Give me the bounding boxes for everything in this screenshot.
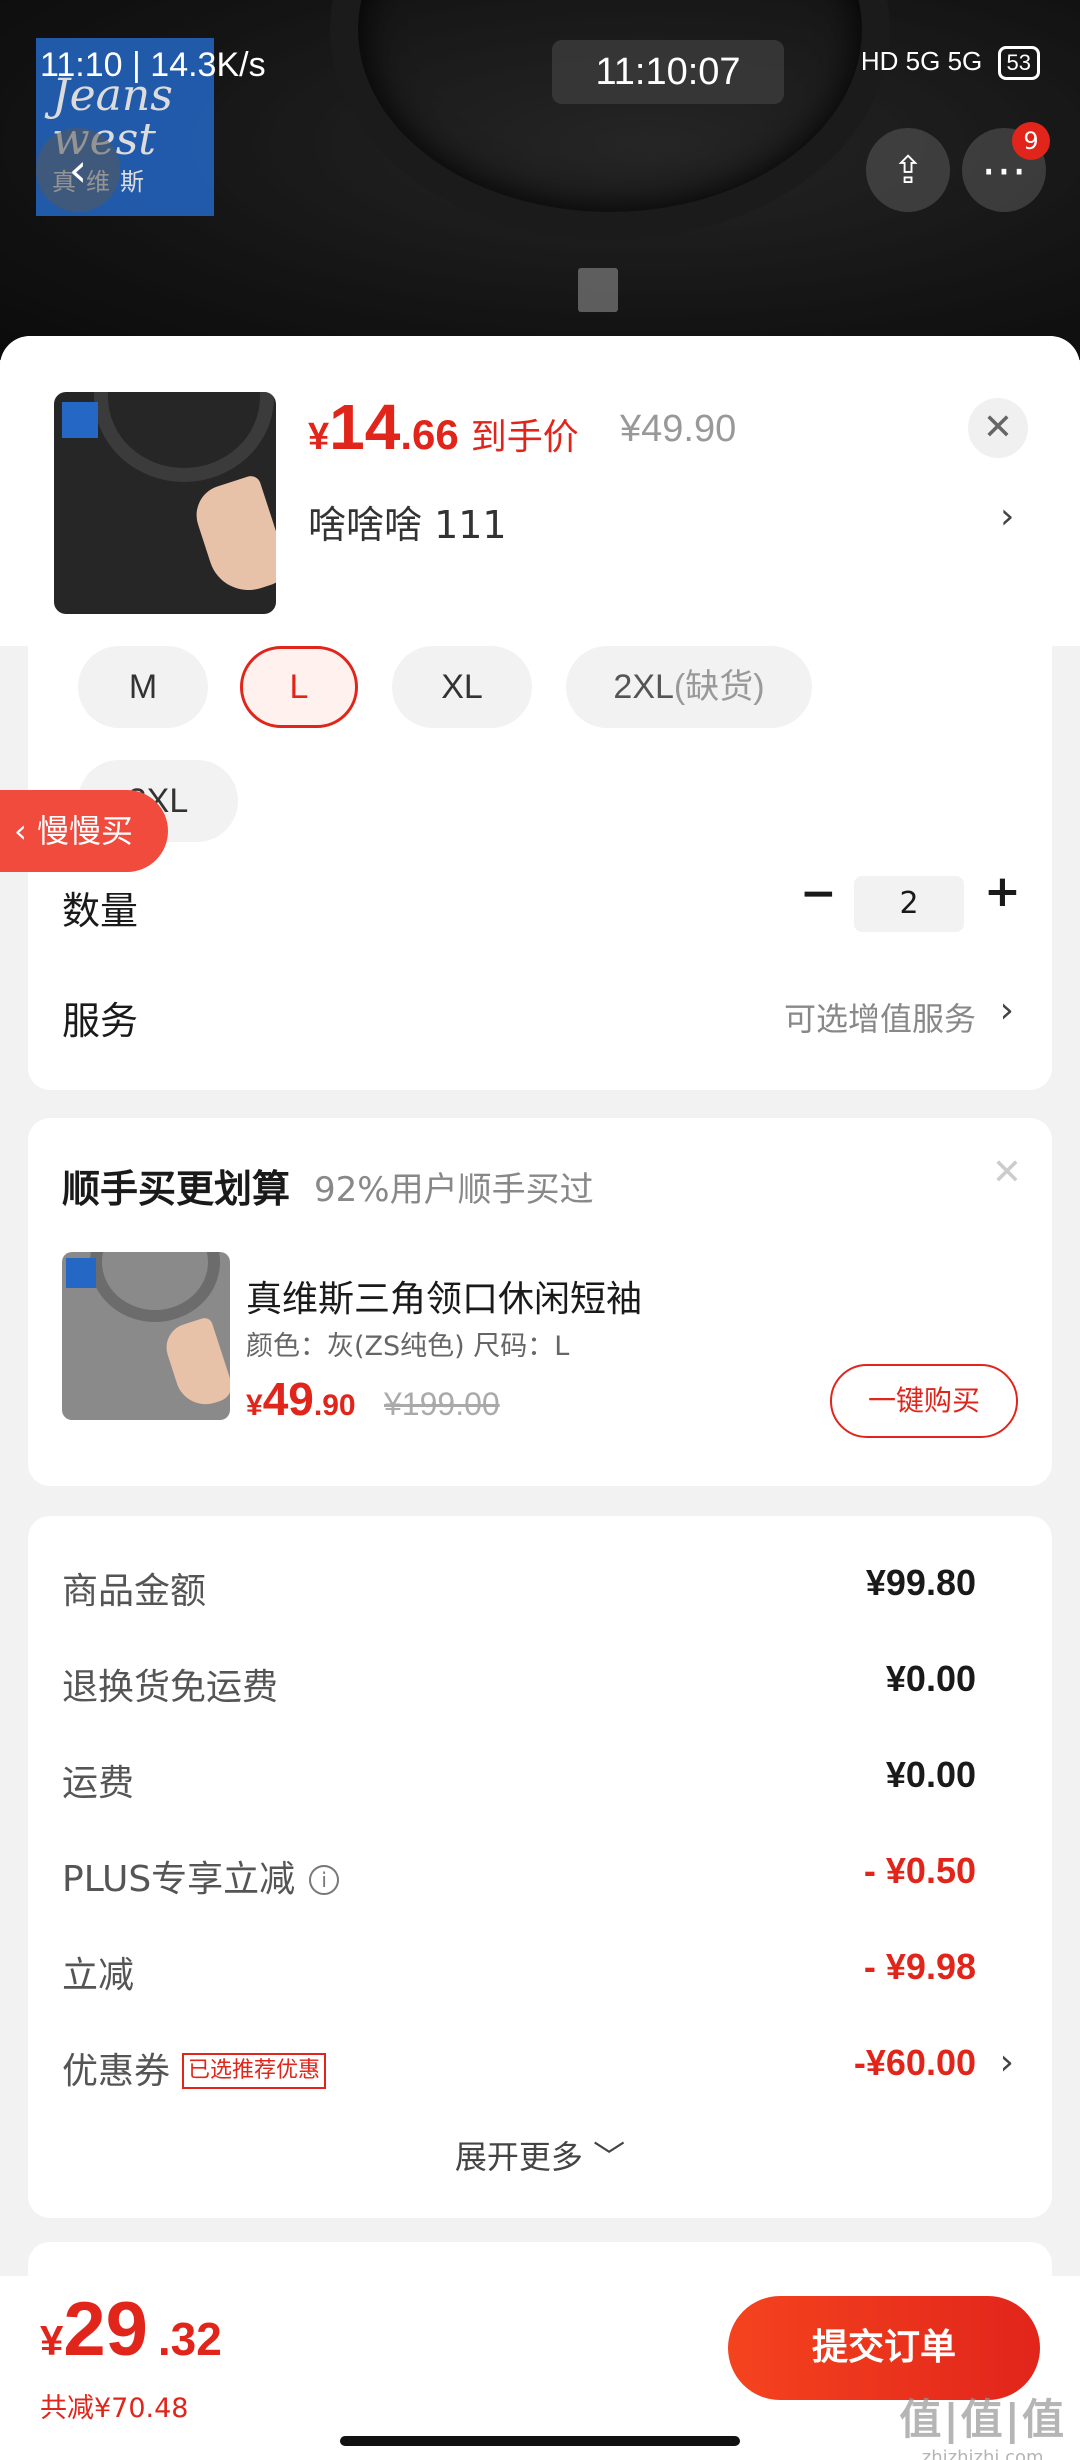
quantity-plus-button[interactable]: + [984,866,1021,917]
service-hint[interactable]: 可选增值服务 [784,994,976,1040]
floating-tab-label: 慢慢买 [36,812,133,850]
total-price: ¥29.32 [40,2286,222,2373]
coupon-tag: 已选推荐优惠 [182,2053,327,2089]
product-thumbnail [54,392,276,614]
size-quantity-card: M L XL 2XL(缺货) 3XL 数量 − 2 + 服务 可选增值服务 › [28,646,1052,1090]
price-currency: ¥ [308,416,330,458]
status-bar: 11:10 | 14.3K/s 11:10:07 HD 5G 5G 53 [40,40,1040,104]
size-label: M [128,668,158,706]
summary-value: ¥99.80 [865,1562,976,1603]
summary-value: -¥60.00 [853,2042,976,2083]
chevron-right-icon[interactable]: › [1000,2042,1014,2083]
size-option-l[interactable]: L [240,646,358,728]
summary-row: 运费 ¥0.00 [62,1754,976,1804]
share-icon: ⇪ [892,148,924,192]
thumb-hand-graphic [188,473,276,601]
total-integer: 29 [63,2287,148,2372]
bundle-product-attrs: 颜色：灰(ZS纯色) 尺码：L [246,1331,570,1362]
summary-label: 退换货免运费 [62,1667,279,1708]
bundle-price-integer: 49 [262,1373,314,1425]
summary-label: PLUS专享立减 [62,1859,296,1900]
summary-label: 优惠券 [62,2051,171,2092]
size-option-m[interactable]: M [78,646,208,728]
selected-variant[interactable]: 啥啥啥 111 [308,494,507,549]
chevron-right-icon[interactable]: › [1000,496,1014,537]
bundle-title: 顺手买更划算 [62,1167,291,1211]
bundle-hand-graphic [160,1316,230,1412]
thumb-collar-graphic [94,392,274,482]
summary-value: ¥0.00 [885,1658,976,1699]
summary-value: - ¥9.98 [863,1946,976,1987]
out-of-stock-note: (缺货) [673,668,765,706]
quantity-input[interactable]: 2 [854,876,964,932]
home-indicator[interactable] [340,2436,740,2446]
summary-label: 立减 [62,1955,135,1996]
order-sheet: ¥14.66 到手价 ¥49.90 ✕ 啥啥啥 111 › M L XL 2XL(… [0,336,1080,2460]
service-label: 服务 [62,999,139,1043]
close-icon: ✕ [982,407,1014,448]
price-summary-card: 商品金额 ¥99.80 退换货免运费 ¥0.00 运费 ¥0.00 PLUS专享… [28,1516,1052,2218]
expand-more-button[interactable]: 展开更多 ﹀ [28,2132,1052,2178]
summary-label: 商品金额 [62,1571,207,1612]
chevron-right-icon[interactable]: › [1000,990,1014,1031]
status-time-speed: 11:10 | 14.3K/s [40,46,266,84]
summary-row: 立减 - ¥9.98 [62,1946,976,1996]
thumb-brand-logo [62,402,98,438]
bundle-price-decimal: .90 [313,1389,356,1422]
summary-row: 商品金额 ¥99.80 [62,1562,976,1612]
size-label: 2XL [613,668,674,706]
status-clock: 11:10:07 [552,40,784,104]
price-tag: 到手价 [470,416,579,457]
watermark: 值|值|值 zhizhizhi.com [899,2386,1066,2460]
watermark-url: zhizhizhi.com [921,2447,1044,2460]
size-option-2xl[interactable]: 2XL(缺货) [566,646,812,728]
summary-value: - ¥0.50 [863,1850,976,1891]
size-option-xl[interactable]: XL [392,646,532,728]
bundle-price-currency: ¥ [246,1389,263,1422]
battery-icon: 53 [997,46,1040,80]
status-right: HD 5G 5G 53 [861,46,1040,80]
slow-buy-floating-tab[interactable]: ‹ 慢慢买 [0,790,168,872]
bundle-offer-card: 顺手买更划算 92%用户顺手买过 ✕ 真维斯三角领口休闲短袖 颜色：灰(ZS纯色… [28,1118,1052,1486]
quantity-label: 数量 [62,889,139,933]
total-decimal: .32 [157,2313,222,2365]
price-integer: 14 [329,391,401,463]
one-click-buy-button[interactable]: 一键购买 [830,1364,1018,1438]
network-indicator: HD 5G 5G [860,46,983,76]
bundle-brand-logo [66,1258,96,1288]
close-button[interactable]: ✕ [968,398,1028,458]
summary-row: 退换货免运费 ¥0.00 [62,1658,976,1708]
summary-label-plus: PLUS专享立减 i [62,1850,340,1902]
bundle-price: ¥49.90 [246,1372,356,1426]
final-price: ¥14.66 到手价 [308,390,579,464]
notification-badge: 9 [1012,122,1050,160]
chevron-left-icon: ‹ [14,812,37,850]
quantity-minus-button[interactable]: − [800,868,837,919]
product-summary-header: ¥14.66 到手价 ¥49.90 ✕ 啥啥啥 111 › [0,336,1080,646]
price-decimal: .66 [400,411,459,458]
back-button[interactable]: ‹ [36,128,120,212]
original-price: ¥49.90 [620,408,737,450]
coupon-label-group: 优惠券 已选推荐优惠 [62,2042,327,2094]
share-button[interactable]: ⇪ [866,128,950,212]
coupon-row[interactable]: 优惠券 已选推荐优惠 -¥60.00 [62,2042,976,2092]
bundle-product-name[interactable]: 真维斯三角领口休闲短袖 [246,1270,642,1322]
bundle-collar-graphic [90,1252,220,1322]
info-icon[interactable]: i [309,1865,340,1895]
total-saved: 共减¥70.48 [40,2393,189,2424]
summary-label: 运费 [62,1763,135,1804]
summary-value: ¥0.00 [885,1754,976,1795]
chevron-left-icon: ‹ [68,143,88,197]
close-icon[interactable]: ✕ [992,1152,1022,1193]
size-label: XL [441,668,483,706]
bundle-subtitle: 92%用户顺手买过 [314,1170,594,1210]
bundle-original-price: ¥199.00 [384,1386,500,1422]
watermark-logo: 值|值|值 [899,2395,1066,2444]
size-label: L [289,668,309,706]
submit-order-button[interactable]: 提交订单 [728,2296,1040,2400]
total-currency: ¥ [40,2317,64,2364]
bundle-product-image[interactable] [62,1252,230,1420]
summary-row: PLUS专享立减 i - ¥0.50 [62,1850,976,1900]
more-button[interactable]: ⋯ 9 [962,122,1050,212]
